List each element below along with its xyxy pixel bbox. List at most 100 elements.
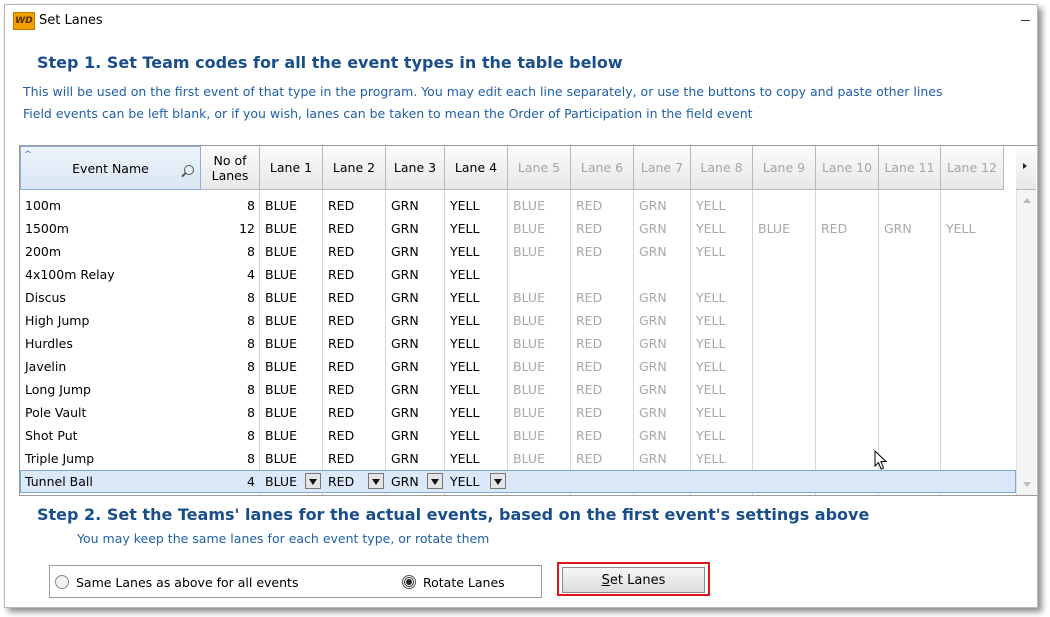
lane-2-cell[interactable]: RED: [323, 194, 386, 217]
lane-5-cell[interactable]: BLUE: [508, 194, 571, 217]
lane-3-cell[interactable]: GRN: [386, 194, 445, 217]
lane-4-cell[interactable]: YELL: [445, 424, 508, 447]
lane-5-cell[interactable]: BLUE: [508, 240, 571, 263]
lane-1-cell[interactable]: BLUE: [260, 401, 323, 424]
lane-5-cell[interactable]: BLUE: [508, 309, 571, 332]
set-lanes-button[interactable]: Set Lanes: [562, 567, 705, 593]
dropdown-arrow-icon[interactable]: [490, 473, 506, 489]
lane-4-cell[interactable]: YELL: [445, 378, 508, 401]
lane-7-cell[interactable]: [634, 263, 691, 286]
lane-3-cell[interactable]: GRN: [386, 355, 445, 378]
lane-9-cell[interactable]: [753, 263, 816, 286]
column-header-lane-7[interactable]: Lane 7: [634, 146, 691, 190]
lane-12-cell[interactable]: [941, 355, 1004, 378]
event-name-cell[interactable]: Shot Put: [20, 424, 201, 447]
lane-11-cell[interactable]: [879, 240, 941, 263]
lane-11-cell[interactable]: [879, 447, 941, 470]
lane-1-cell[interactable]: BLUE: [260, 194, 323, 217]
lane-2-cell[interactable]: RED: [323, 401, 386, 424]
rotate-lanes-radio[interactable]: [402, 575, 416, 589]
table-row[interactable]: 200m 8 BLUE RED GRN YELL BLUE RED GRN YELL: [20, 240, 1016, 263]
lane-7-cell[interactable]: GRN: [634, 355, 691, 378]
lane-12-cell[interactable]: [941, 401, 1004, 424]
lane-12-cell[interactable]: [941, 447, 1004, 470]
lane-5-cell[interactable]: BLUE: [508, 424, 571, 447]
lane-10-cell[interactable]: [816, 263, 879, 286]
lane-9-cell[interactable]: [753, 355, 816, 378]
lane-12-cell[interactable]: [941, 194, 1004, 217]
vertical-scrollbar[interactable]: [1016, 190, 1036, 495]
lane-1-cell[interactable]: BLUE: [260, 332, 323, 355]
lane-6-cell[interactable]: RED: [571, 378, 634, 401]
lane-1-cell[interactable]: BLUE: [260, 309, 323, 332]
event-name-cell[interactable]: Hurdles: [20, 332, 201, 355]
lane-11-cell[interactable]: [879, 401, 941, 424]
lane-6-cell[interactable]: RED: [571, 332, 634, 355]
no-of-lanes-cell[interactable]: 8: [201, 424, 260, 447]
lane-9-cell[interactable]: [753, 332, 816, 355]
lane-12-cell[interactable]: YELL: [941, 217, 1004, 240]
lane-4-cell[interactable]: YELL: [445, 332, 508, 355]
no-of-lanes-cell[interactable]: 8: [201, 401, 260, 424]
lane-3-cell[interactable]: GRN: [386, 447, 445, 470]
lane-6-cell[interactable]: RED: [571, 286, 634, 309]
table-row[interactable]: 100m 8 BLUE RED GRN YELL BLUE RED GRN YELL: [20, 194, 1016, 217]
event-name-cell[interactable]: 100m: [20, 194, 201, 217]
lane-3-cell[interactable]: GRN: [386, 470, 445, 493]
table-row[interactable]: 4x100m Relay 4 BLUE RED GRN YELL: [20, 263, 1016, 286]
table-row[interactable]: High Jump 8 BLUE RED GRN YELL BLUE RED GRN YELL: [20, 309, 1016, 332]
lane-8-cell[interactable]: YELL: [691, 401, 753, 424]
lane-8-cell[interactable]: [691, 470, 753, 493]
lane-7-cell[interactable]: GRN: [634, 378, 691, 401]
lane-4-cell[interactable]: YELL: [445, 217, 508, 240]
lane-11-cell[interactable]: [879, 378, 941, 401]
no-of-lanes-cell[interactable]: 8: [201, 309, 260, 332]
lane-4-cell[interactable]: YELL: [445, 263, 508, 286]
lane-2-cell[interactable]: RED: [323, 332, 386, 355]
lane-2-cell[interactable]: RED: [323, 286, 386, 309]
table-row[interactable]: Tunnel Ball 4 BLUE RED GRN YELL: [20, 470, 1016, 493]
lane-10-cell[interactable]: [816, 401, 879, 424]
lane-1-cell[interactable]: BLUE: [260, 286, 323, 309]
lane-8-cell[interactable]: YELL: [691, 447, 753, 470]
column-header-lane-5[interactable]: Lane 5: [508, 146, 571, 190]
lane-8-cell[interactable]: YELL: [691, 309, 753, 332]
lane-4-cell[interactable]: YELL: [445, 355, 508, 378]
rotate-lanes-label[interactable]: Rotate Lanes: [423, 575, 505, 590]
dropdown-arrow-icon[interactable]: [368, 473, 384, 489]
lane-6-cell[interactable]: RED: [571, 194, 634, 217]
lane-11-cell[interactable]: [879, 332, 941, 355]
lane-8-cell[interactable]: YELL: [691, 286, 753, 309]
lane-7-cell[interactable]: GRN: [634, 240, 691, 263]
column-header-lane-6[interactable]: Lane 6: [571, 146, 634, 190]
event-name-cell[interactable]: 4x100m Relay: [20, 263, 201, 286]
lane-6-cell[interactable]: RED: [571, 447, 634, 470]
lane-8-cell[interactable]: YELL: [691, 424, 753, 447]
no-of-lanes-cell[interactable]: 4: [201, 470, 260, 493]
lane-1-cell[interactable]: BLUE: [260, 217, 323, 240]
table-row[interactable]: Shot Put 8 BLUE RED GRN YELL BLUE RED GRN YELL: [20, 424, 1016, 447]
column-header-lane-9[interactable]: Lane 9: [753, 146, 816, 190]
lane-1-cell[interactable]: BLUE: [260, 470, 323, 493]
lane-12-cell[interactable]: [941, 240, 1004, 263]
lane-8-cell[interactable]: YELL: [691, 217, 753, 240]
lane-1-cell[interactable]: BLUE: [260, 447, 323, 470]
lane-11-cell[interactable]: [879, 355, 941, 378]
lane-10-cell[interactable]: [816, 470, 879, 493]
no-of-lanes-cell[interactable]: 8: [201, 286, 260, 309]
lane-5-cell[interactable]: BLUE: [508, 217, 571, 240]
event-name-cell[interactable]: Tunnel Ball: [20, 470, 201, 493]
lane-12-cell[interactable]: [941, 286, 1004, 309]
column-header-lane-1[interactable]: Lane 1: [260, 146, 323, 190]
lane-9-cell[interactable]: [753, 194, 816, 217]
lane-2-cell[interactable]: RED: [323, 240, 386, 263]
lane-2-cell[interactable]: RED: [323, 263, 386, 286]
lane-4-cell[interactable]: YELL: [445, 470, 508, 493]
table-row[interactable]: 1500m 12 BLUE RED GRN YELL BLUE RED GRN YELL BLUE R…: [20, 217, 1016, 240]
lane-8-cell[interactable]: YELL: [691, 240, 753, 263]
no-of-lanes-cell[interactable]: 8: [201, 194, 260, 217]
table-row[interactable]: Javelin 8 BLUE RED GRN YELL BLUE RED GRN YELL: [20, 355, 1016, 378]
lane-10-cell[interactable]: [816, 309, 879, 332]
lane-3-cell[interactable]: GRN: [386, 332, 445, 355]
lane-4-cell[interactable]: YELL: [445, 309, 508, 332]
